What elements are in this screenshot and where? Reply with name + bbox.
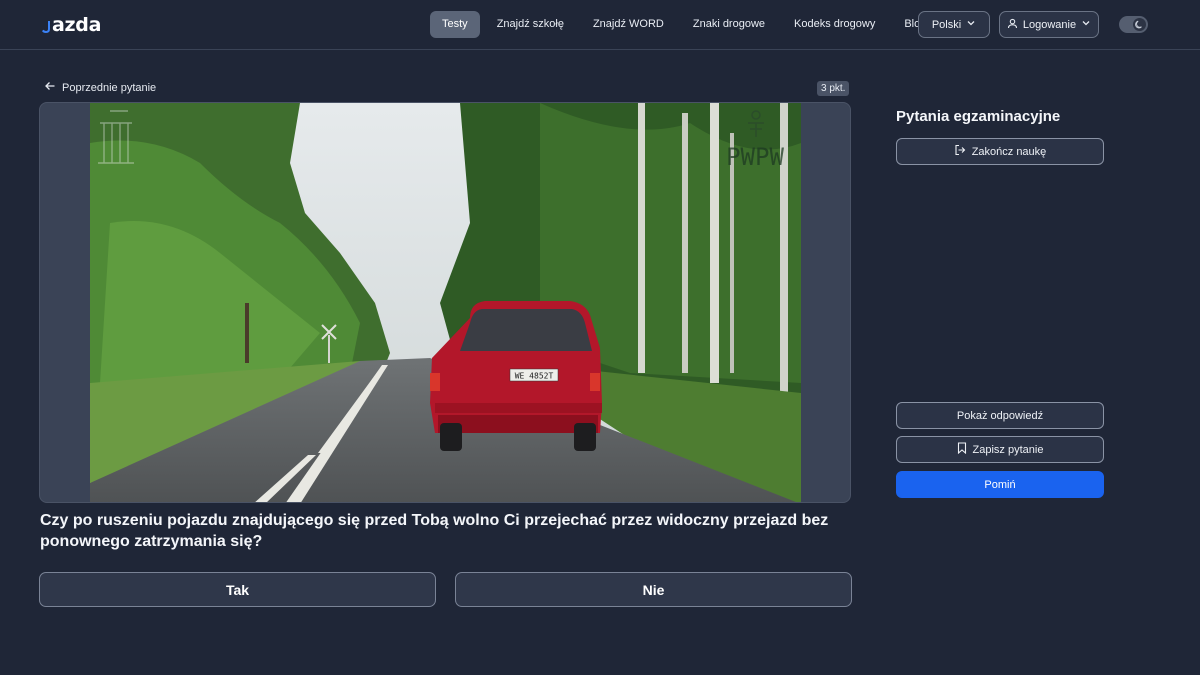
answer-yes-button[interactable]: Tak [39,572,436,607]
nav-item-find-word[interactable]: Znajdź WORD [581,11,676,38]
login-label: Logowanie [1022,18,1077,31]
chevron-down-icon [966,18,976,31]
moon-icon [1133,18,1146,31]
language-select[interactable]: Polski [918,11,990,38]
site-logo[interactable]: azda [42,12,101,36]
language-label: Polski [931,18,962,31]
question-media: WE 4852T PWPW [39,102,851,503]
nav-item-road-signs[interactable]: Znaki drogowe [681,11,777,38]
nav-item-road-code[interactable]: Kodeks drogowy [782,11,887,38]
show-answer-button[interactable]: Pokaż odpowiedź [896,402,1104,429]
arrow-left-icon [44,80,56,95]
logo-text: azda [52,14,102,36]
sidebar-title: Pytania egzaminacyjne [896,108,1061,125]
main-nav: Testy Znajdź szkołę Znajdź WORD Znaki dr… [430,11,943,38]
points-badge: 3 pkt. [817,81,850,96]
save-question-label: Zapisz pytanie [972,443,1044,456]
previous-question-link[interactable]: Poprzednie pytanie [44,80,156,95]
theme-toggle[interactable] [1119,16,1148,33]
logo-mark-icon [42,21,51,36]
nav-item-testy[interactable]: Testy [430,11,480,38]
question-text: Czy po ruszeniu pojazdu znajdującego się… [40,512,829,550]
chevron-down-icon [1081,18,1091,31]
bookmark-icon [957,442,967,457]
answer-no-button[interactable]: Nie [455,572,852,607]
end-learning-label: Zakończ naukę [971,145,1047,158]
nav-item-find-school[interactable]: Znajdź szkołę [485,11,576,38]
login-button[interactable]: Logowanie [999,11,1099,38]
previous-question-label: Poprzednie pytanie [62,81,157,94]
logout-icon [954,144,966,159]
end-learning-button[interactable]: Zakończ naukę [896,138,1104,165]
watermark-pwpw: PWPW [726,143,784,171]
license-plate: WE 4852T [515,372,554,381]
save-question-button[interactable]: Zapisz pytanie [896,436,1104,463]
skip-button[interactable]: Pomiń [896,471,1104,498]
user-icon [1007,18,1018,32]
road-scene-image: WE 4852T PWPW [90,103,801,502]
top-navbar: azda Testy Znajdź szkołę Znajdź WORD Zna… [0,0,1200,50]
